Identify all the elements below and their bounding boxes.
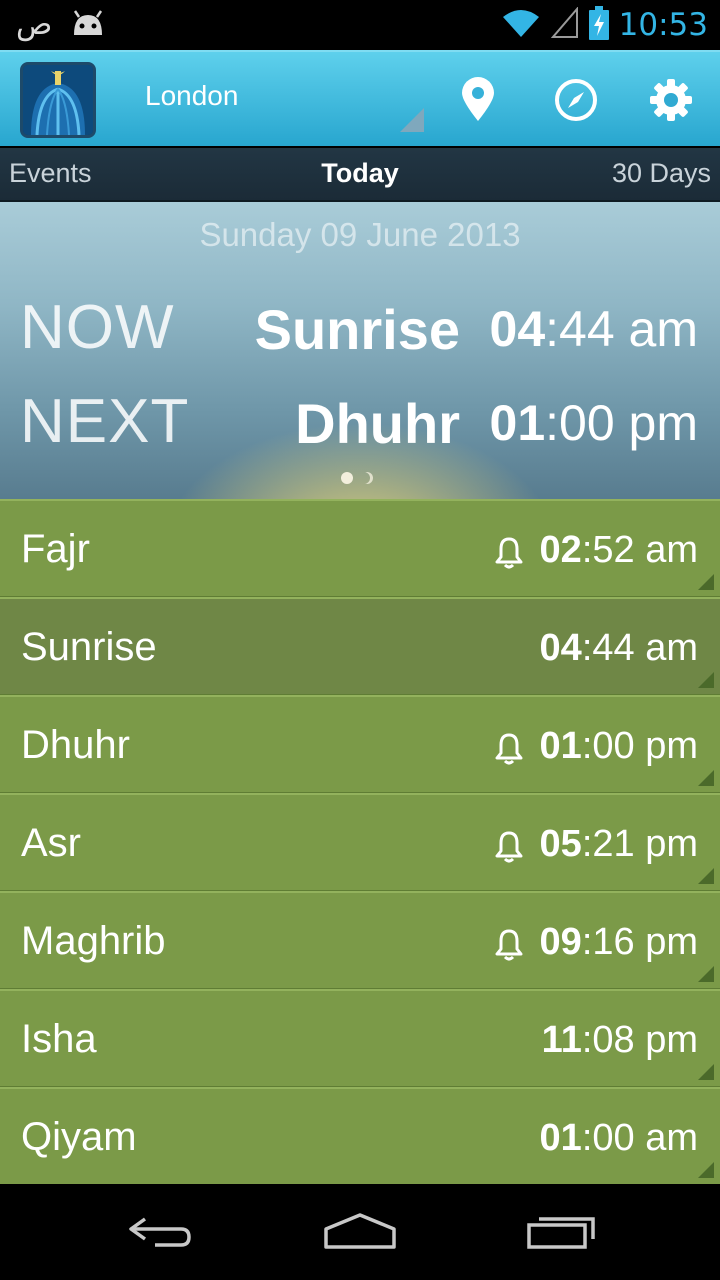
- prayer-time: 04:44 am: [539, 627, 698, 669]
- alarm-bell-icon[interactable]: [492, 536, 526, 570]
- tab-strip: Events Today 30 Days: [0, 148, 720, 202]
- next-label: NEXT: [20, 387, 190, 456]
- now-prayer-time: 04:44 am: [489, 301, 698, 357]
- prayer-time: 01:00 pm: [539, 725, 698, 767]
- alarm-bell-icon[interactable]: [492, 732, 526, 766]
- prayer-time: 05:21 pm: [539, 823, 698, 865]
- crescent-moon-icon: [361, 472, 373, 484]
- prayer-name: Sunrise: [21, 625, 157, 669]
- tab-events[interactable]: Events: [9, 158, 92, 189]
- next-prayer-name: Dhuhr: [295, 392, 460, 455]
- prayer-row-dhuhr[interactable]: Dhuhr 01:00 pm: [0, 695, 720, 793]
- row-corner-indicator: [698, 770, 714, 786]
- prayer-row-sunrise[interactable]: Sunrise 04:44 am: [0, 597, 720, 695]
- prayer-name: Asr: [21, 821, 81, 865]
- tab-30-days[interactable]: 30 Days: [612, 158, 711, 189]
- row-corner-indicator: [698, 1162, 714, 1178]
- app-mosque-icon[interactable]: [20, 62, 96, 138]
- page-dot-active: [341, 472, 353, 484]
- location-title[interactable]: London: [145, 80, 238, 112]
- prayer-name: Fajr: [21, 527, 90, 571]
- prayer-times-list: Fajr 02:52 am Sunrise 04:44 am Dhuhr 01:…: [0, 499, 720, 1185]
- clock: 10:53: [618, 7, 708, 43]
- action-bar: London: [0, 50, 720, 146]
- prayer-row-qiyam[interactable]: Qiyam 01:00 am: [0, 1087, 720, 1185]
- alarm-bell-icon[interactable]: [492, 928, 526, 962]
- compass-icon[interactable]: [550, 74, 602, 126]
- prayer-name: Dhuhr: [21, 723, 130, 767]
- row-corner-indicator: [698, 868, 714, 884]
- prayer-time: 01:00 am: [539, 1117, 698, 1159]
- back-icon[interactable]: [110, 1206, 210, 1256]
- prayer-name: Maghrib: [21, 919, 166, 963]
- row-corner-indicator: [698, 672, 714, 688]
- system-nav-bar: [0, 1184, 720, 1280]
- wifi-icon: [501, 7, 541, 43]
- prayer-row-isha[interactable]: Isha 11:08 pm: [0, 989, 720, 1087]
- arabic-notification-icon: ص: [16, 7, 53, 42]
- prayer-row-asr[interactable]: Asr 05:21 pm: [0, 793, 720, 891]
- prayer-name: Isha: [21, 1017, 97, 1061]
- tab-today[interactable]: Today: [321, 158, 399, 188]
- settings-gear-icon[interactable]: [645, 74, 697, 126]
- signal-icon: [550, 6, 579, 43]
- battery-charging-icon: [588, 6, 609, 44]
- current-prayer-panel[interactable]: Sunday 09 June 2013 NOW NEXT Sunrise Dhu…: [0, 202, 720, 499]
- prayer-name: Qiyam: [21, 1115, 137, 1159]
- prayer-row-maghrib[interactable]: Maghrib 09:16 pm: [0, 891, 720, 989]
- page-indicator: [341, 472, 373, 484]
- row-corner-indicator: [698, 966, 714, 982]
- prayer-row-fajr[interactable]: Fajr 02:52 am: [0, 499, 720, 597]
- status-bar: ص 10:53: [0, 0, 720, 50]
- next-prayer-time: 01:00 pm: [489, 395, 698, 451]
- location-pin-icon[interactable]: [452, 74, 504, 126]
- row-corner-indicator: [698, 574, 714, 590]
- now-label: NOW: [20, 293, 175, 362]
- prayer-time: 02:52 am: [539, 529, 698, 571]
- recent-apps-icon[interactable]: [512, 1206, 612, 1256]
- row-corner-indicator: [698, 1064, 714, 1080]
- home-icon[interactable]: [310, 1206, 410, 1256]
- android-icon: [70, 9, 106, 41]
- current-date: Sunday 09 June 2013: [199, 216, 521, 253]
- now-prayer-name: Sunrise: [254, 298, 460, 361]
- prayer-time: 09:16 pm: [539, 921, 698, 963]
- prayer-time: 11:08 pm: [541, 1019, 698, 1061]
- location-spinner-indicator: [400, 108, 424, 132]
- alarm-bell-icon[interactable]: [492, 830, 526, 864]
